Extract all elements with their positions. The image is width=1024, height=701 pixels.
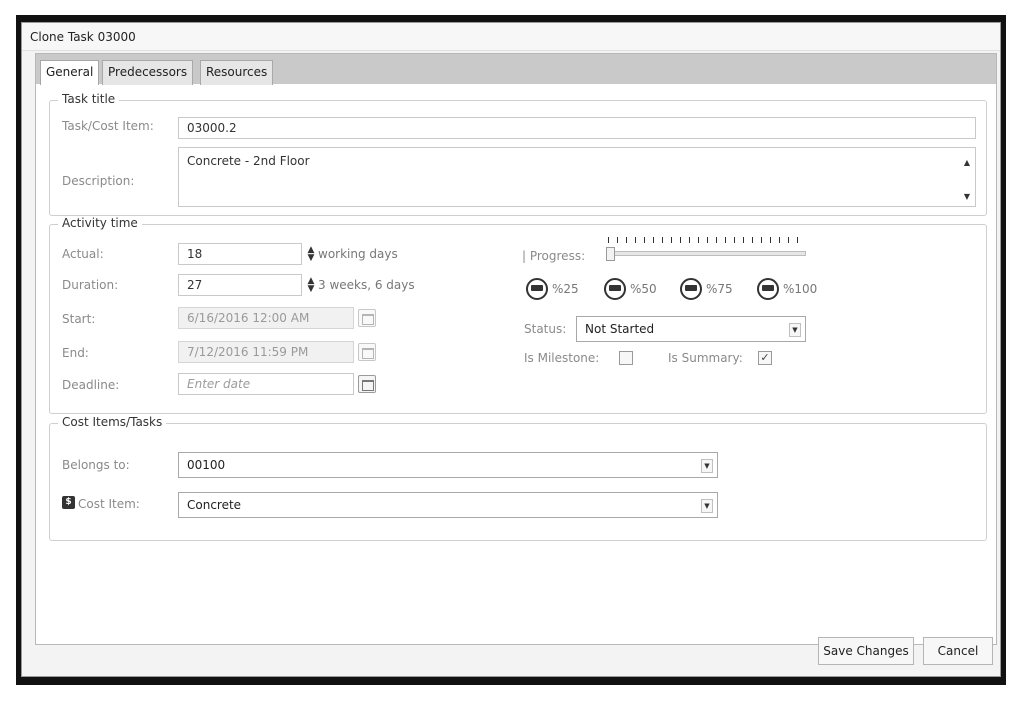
- progress-25-icon[interactable]: [526, 278, 548, 300]
- start-calendar-icon: [358, 309, 376, 327]
- dialog-title: Clone Task 03000: [22, 23, 1000, 51]
- duration-stepper-icon[interactable]: ▲ ▼: [305, 274, 317, 296]
- task-cost-item-input[interactable]: 03000.2: [178, 117, 976, 139]
- belongs-to-label: Belongs to:: [62, 458, 130, 472]
- chevron-down-icon: ▼: [701, 459, 713, 473]
- activity-time-group: Activity time Actual: 18 ▲ ▼ working days…: [49, 216, 987, 414]
- deadline-input[interactable]: Enter date: [178, 373, 354, 395]
- progress-75-icon[interactable]: [680, 278, 702, 300]
- deadline-label: Deadline:: [62, 378, 120, 392]
- clone-task-dialog: Clone Task 03000 General Predecessors Re…: [21, 22, 1001, 677]
- dialog-body: General Predecessors Resources Task titl…: [35, 53, 997, 645]
- status-select[interactable]: Not Started ▼: [576, 316, 806, 342]
- progress-label: | Progress:: [522, 249, 586, 263]
- task-cost-item-label: Task/Cost Item:: [62, 119, 154, 133]
- task-title-legend: Task title: [58, 92, 120, 106]
- activity-time-legend: Activity time: [58, 216, 142, 230]
- scroll-down-icon[interactable]: ▼: [964, 188, 970, 206]
- save-changes-button[interactable]: Save Changes: [818, 637, 914, 665]
- progress-75-label: %75: [706, 282, 733, 296]
- tab-general[interactable]: General: [40, 60, 100, 85]
- end-date-field: 7/12/2016 11:59 PM: [178, 341, 354, 363]
- progress-slider[interactable]: [606, 251, 806, 256]
- cancel-button[interactable]: Cancel: [923, 637, 993, 665]
- cost-item-select[interactable]: Concrete ▼: [178, 492, 718, 518]
- progress-100-icon[interactable]: [757, 278, 779, 300]
- cost-items-legend: Cost Items/Tasks: [58, 415, 167, 429]
- tab-strip: General Predecessors Resources: [36, 54, 996, 85]
- start-date-field: 6/16/2016 12:00 AM: [178, 307, 354, 329]
- is-milestone-label: Is Milestone:: [524, 351, 600, 365]
- progress-50-icon[interactable]: [604, 278, 626, 300]
- tab-predecessors[interactable]: Predecessors: [102, 60, 194, 85]
- task-title-group: Task title Task/Cost Item: 03000.2 Descr…: [49, 92, 987, 216]
- deadline-placeholder: Enter date: [187, 377, 251, 391]
- actual-label: Actual:: [62, 247, 104, 261]
- progress-50-label: %50: [630, 282, 657, 296]
- duration-unit: 3 weeks, 6 days: [318, 278, 415, 292]
- is-summary-label: Is Summary:: [668, 351, 743, 365]
- status-value: Not Started: [585, 322, 655, 336]
- belongs-to-value: 00100: [187, 458, 226, 472]
- progress-25-label: %25: [552, 282, 579, 296]
- description-label: Description:: [62, 174, 135, 188]
- belongs-to-select[interactable]: 00100 ▼: [178, 452, 718, 478]
- deadline-calendar-icon[interactable]: [358, 375, 376, 393]
- actual-stepper-icon[interactable]: ▲ ▼: [305, 243, 317, 265]
- tab-resources[interactable]: Resources: [200, 60, 274, 85]
- duration-label: Duration:: [62, 278, 119, 292]
- end-label: End:: [62, 346, 89, 360]
- progress-slider-thumb[interactable]: [606, 247, 615, 261]
- chevron-down-icon: ▼: [701, 499, 713, 513]
- start-label: Start:: [62, 312, 96, 326]
- progress-100-label: %100: [783, 282, 818, 296]
- cost-item-label: Cost Item:: [78, 497, 140, 511]
- description-textarea[interactable]: Concrete - 2nd Floor ▲ ▼: [178, 147, 976, 207]
- actual-input[interactable]: 18: [178, 243, 302, 265]
- chevron-down-icon: ▼: [789, 323, 801, 337]
- dollar-icon: $: [62, 496, 75, 509]
- cost-items-group: Cost Items/Tasks Belongs to: 00100 ▼ $ C…: [49, 415, 987, 541]
- is-milestone-checkbox[interactable]: [619, 351, 633, 365]
- actual-unit: working days: [318, 247, 398, 261]
- progress-ticks: [608, 237, 806, 243]
- duration-input[interactable]: 27: [178, 274, 302, 296]
- cost-item-value: Concrete: [187, 498, 242, 512]
- status-label: Status:: [524, 322, 567, 336]
- is-summary-checkbox[interactable]: ✓: [758, 351, 772, 365]
- scroll-up-icon[interactable]: ▲: [964, 154, 970, 172]
- description-text: Concrete - 2nd Floor: [187, 154, 310, 168]
- end-calendar-icon: [358, 343, 376, 361]
